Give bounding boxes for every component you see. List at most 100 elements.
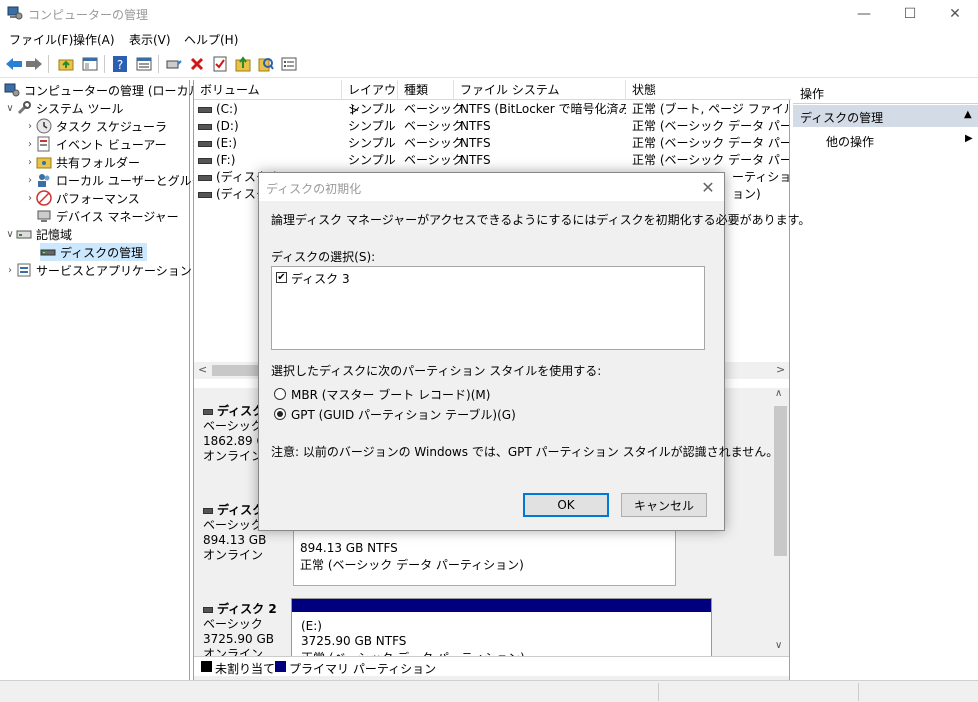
volume-status: 正常 (ベーシック データ パーティシ <box>632 119 789 133</box>
disk-icon <box>203 507 213 514</box>
tree-item-local-users[interactable]: › ローカル ユーザーとグループ <box>24 171 215 189</box>
tree-label: パフォーマンス <box>56 191 140 206</box>
tree-item-services-apps[interactable]: › サービスとアプリケーション <box>4 261 192 279</box>
menu-file[interactable]: ファイル(F) <box>9 31 73 48</box>
toolbar: ? <box>0 50 978 78</box>
gpt-radio[interactable] <box>274 408 286 420</box>
column-header: ボリューム レイアウト 種類 ファイル システム 状態 <box>194 80 791 117</box>
scroll-thumb[interactable] <box>774 406 787 556</box>
volume-fs: NTFS <box>460 136 491 150</box>
volume-type: ベーシック <box>404 136 464 150</box>
chevron-right-icon[interactable]: › <box>24 157 36 168</box>
chevron-right-icon[interactable]: › <box>24 139 36 150</box>
back-icon[interactable] <box>4 54 24 74</box>
chevron-right-icon[interactable]: › <box>24 175 36 186</box>
show-hide-tree-icon[interactable] <box>80 54 100 74</box>
volume-name: (F:) <box>198 152 338 169</box>
table-row[interactable]: (C:) シンプル ベーシック NTFS (BitLocker で暗号化済み) … <box>194 101 789 118</box>
initialize-disk-dialog: ディスクの初期化 ✕ 論理ディスク マネージャーがアクセスできるようにするにはデ… <box>258 172 810 531</box>
minimize-button[interactable]: — <box>841 0 887 28</box>
maximize-button[interactable]: ☐ <box>887 0 933 28</box>
tree-item-shared-folders[interactable]: › 共有フォルダー <box>24 153 140 171</box>
volume-name: (D:) <box>198 118 338 135</box>
mbr-label[interactable]: MBR (マスター ブート レコード)(M) <box>291 386 490 403</box>
gpt-label[interactable]: GPT (GUID パーティション テーブル)(G) <box>291 406 516 423</box>
disk-select-list[interactable]: ✔ ディスク 3 <box>271 266 705 350</box>
tree-item-performance[interactable]: › パフォーマンス <box>24 189 140 207</box>
tree-item-disk-management[interactable]: ディスクの管理 <box>40 243 148 261</box>
disk-3-checkbox[interactable]: ✔ <box>276 272 287 283</box>
col-status[interactable]: 状態 <box>626 80 789 100</box>
drive-icon <box>198 123 212 130</box>
cancel-button[interactable]: キャンセル <box>621 493 707 517</box>
properties-view-icon[interactable] <box>134 54 154 74</box>
volume-layout: シンプル <box>348 102 396 116</box>
volume-fs: NTFS <box>460 119 491 133</box>
dialog-close-icon[interactable]: ✕ <box>695 175 721 199</box>
chevron-right-icon[interactable]: › <box>24 193 36 204</box>
volume-name: (E:) <box>198 135 338 152</box>
table-row[interactable]: (D:) シンプル ベーシック NTFS 正常 (ベーシック データ パーティシ <box>194 118 789 135</box>
menu-help[interactable]: ヘルプ(H) <box>184 31 238 48</box>
col-volume[interactable]: ボリューム <box>194 80 342 100</box>
chevron-right-icon[interactable]: › <box>4 265 16 276</box>
table-row[interactable]: (F:) シンプル ベーシック NTFS 正常 (ベーシック データ パーティシ <box>194 152 789 169</box>
disk-icon <box>40 249 56 256</box>
list-view-icon[interactable] <box>279 54 299 74</box>
connect-icon[interactable] <box>164 54 184 74</box>
scroll-down-icon[interactable]: ∨ <box>775 640 782 651</box>
forward-icon[interactable] <box>24 54 44 74</box>
dialog-note: 注意: 以前のバージョンの Windows では、GPT パーティション スタイ… <box>271 445 779 459</box>
menu-view[interactable]: 表示(V) <box>129 31 171 48</box>
col-filesystem[interactable]: ファイル システム <box>454 80 626 100</box>
tree-label: イベント ビューアー <box>56 137 167 152</box>
mbr-radio[interactable] <box>274 388 286 400</box>
legend-primary: プライマリ パーティション <box>289 662 437 676</box>
partition-block[interactable]: (E:) 3725.90 GB NTFS 正常 (ベーシック データ パーティシ… <box>291 598 712 662</box>
folder-up-icon[interactable] <box>233 54 253 74</box>
collapse-up-icon[interactable]: ▲ <box>964 109 972 120</box>
tree-label: システム ツール <box>36 101 124 116</box>
partition-status: 正常 (ベーシック データ パーティション) <box>300 558 524 572</box>
col-layout[interactable]: レイアウト <box>342 80 398 117</box>
chevron-down-icon[interactable]: ∨ <box>4 103 16 114</box>
disk-3-label[interactable]: ディスク 3 <box>291 270 350 287</box>
volume-name: (C:) <box>198 101 338 118</box>
partition-label: (E:) <box>301 619 322 633</box>
disk-card[interactable]: ディスク 2 ベーシック 3725.90 GB オンライン <box>194 598 290 662</box>
title-bar: コンピューターの管理 — ☐ ✕ <box>0 0 978 28</box>
ok-button[interactable]: OK <box>523 493 609 517</box>
scroll-left-icon[interactable]: < <box>198 363 207 376</box>
action-other-operations[interactable]: 他の操作 ▶ <box>793 130 978 150</box>
tree-item-computer-management[interactable]: コンピューターの管理 (ローカル) <box>4 81 205 99</box>
tree-item-device-manager[interactable]: デバイス マネージャー <box>36 207 179 225</box>
check-icon[interactable] <box>210 54 230 74</box>
chevron-down-icon[interactable]: ∨ <box>4 229 16 240</box>
delete-icon[interactable] <box>187 54 207 74</box>
volume-layout: シンプル <box>348 136 396 150</box>
col-type[interactable]: 種類 <box>398 80 454 100</box>
tree-item-event-viewer[interactable]: › イベント ビューアー <box>24 135 167 153</box>
svg-text:?: ? <box>117 58 123 72</box>
volume-type: ベーシック <box>404 102 464 116</box>
tree-item-task-scheduler[interactable]: › タスク スケジューラ <box>24 117 167 135</box>
section-label: ディスクの管理 <box>800 111 884 125</box>
search-icon[interactable] <box>256 54 276 74</box>
vertical-scrollbar[interactable]: ∧ ∨ <box>772 388 789 654</box>
scroll-right-icon[interactable]: > <box>776 363 785 376</box>
clock-icon <box>36 118 52 134</box>
actions-section-disk-management[interactable]: ディスクの管理 ▲ <box>793 105 978 127</box>
close-button[interactable]: ✕ <box>932 0 978 28</box>
drive-icon <box>198 191 212 198</box>
help-icon[interactable]: ? <box>110 54 130 74</box>
up-folder-icon[interactable] <box>56 54 76 74</box>
volume-layout: シンプル <box>348 119 396 133</box>
actions-header: 操作 <box>793 80 978 104</box>
tree-item-system-tools[interactable]: ∨ システム ツール <box>4 99 123 117</box>
menu-action[interactable]: 操作(A) <box>73 31 115 48</box>
chevron-right-icon[interactable]: › <box>24 121 36 132</box>
scroll-up-icon[interactable]: ∧ <box>775 388 782 399</box>
table-row[interactable]: (E:) シンプル ベーシック NTFS 正常 (ベーシック データ パーティシ <box>194 135 789 152</box>
tree-item-storage[interactable]: ∨ 記憶域 <box>4 225 72 243</box>
tree-label: サービスとアプリケーション <box>36 263 192 278</box>
